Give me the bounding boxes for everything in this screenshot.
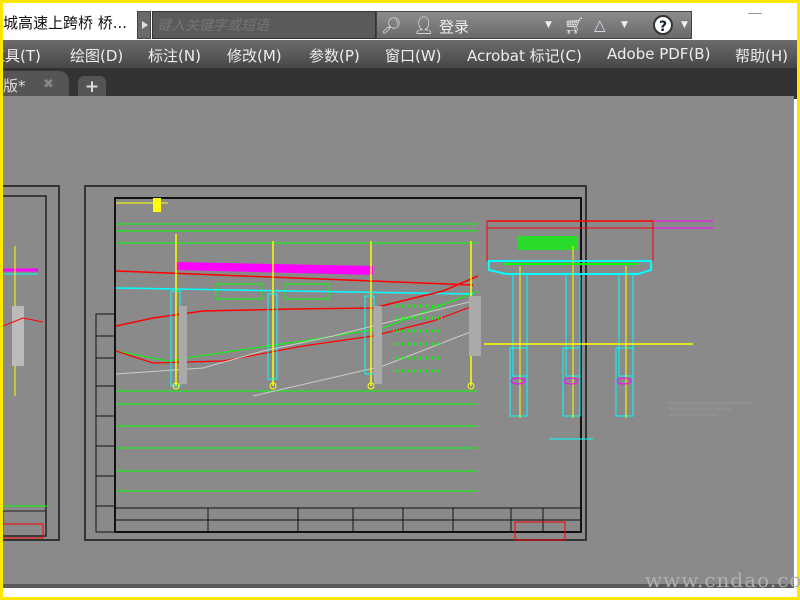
main-sheet bbox=[84, 185, 587, 541]
left-sheet bbox=[0, 185, 60, 541]
a360-dropdown-icon[interactable]: ▼ bbox=[621, 20, 628, 30]
document-title: 城高速上跨桥 桥... bbox=[3, 14, 128, 32]
menu-adobe-pdf[interactable]: Adobe PDF(B) bbox=[607, 45, 710, 63]
user-icon: 👤︎ bbox=[413, 16, 435, 36]
login-dropdown-icon[interactable]: ▼ bbox=[545, 20, 552, 30]
help-dropdown-icon[interactable]: ▼ bbox=[681, 20, 688, 30]
watermark: www.cndao.com bbox=[645, 568, 800, 592]
search-input[interactable] bbox=[152, 11, 376, 39]
cad-drawing bbox=[0, 185, 753, 541]
menu-parametric[interactable]: 参数(P) bbox=[309, 45, 360, 66]
menu-help[interactable]: 帮助(H) bbox=[735, 45, 788, 66]
menu-window[interactable]: 窗口(W) bbox=[385, 45, 442, 66]
cart-icon[interactable]: 🛒︎ bbox=[564, 16, 584, 35]
menu-modify[interactable]: 修改(M) bbox=[227, 45, 282, 66]
minimize-button[interactable] bbox=[748, 13, 762, 14]
infocenter-toolbar: 🔎︎ 👤︎ 登录 ▼ 🛒︎ △ ▼ ? ▼ bbox=[376, 11, 692, 39]
login-button[interactable]: 登录 bbox=[439, 16, 469, 37]
binoculars-icon[interactable]: 🔎︎ bbox=[381, 16, 401, 35]
menu-bar: 工具(T) 绘图(D) 标注(N) 修改(M) 参数(P) 窗口(W) Acro… bbox=[3, 40, 797, 68]
menu-draw[interactable]: 绘图(D) bbox=[70, 45, 123, 66]
file-tab-active[interactable]: 改版* ✖ bbox=[3, 71, 69, 99]
menu-tools[interactable]: 工具(T) bbox=[3, 45, 41, 66]
close-icon[interactable]: ✖ bbox=[43, 77, 54, 92]
new-tab-button[interactable]: + bbox=[78, 76, 106, 98]
piers bbox=[170, 234, 481, 390]
file-tab-bar: 改版* ✖ + bbox=[3, 68, 797, 99]
drawing-canvas[interactable] bbox=[0, 96, 794, 584]
cross-section bbox=[484, 220, 753, 440]
help-icon[interactable]: ? bbox=[653, 15, 673, 35]
menu-acrobat-markup[interactable]: Acrobat 标记(C) bbox=[467, 45, 582, 66]
menu-dimension[interactable]: 标注(N) bbox=[148, 45, 201, 66]
title-bar: 城高速上跨桥 桥... 🔎︎ 👤︎ 登录 ▼ 🛒︎ △ ▼ ? ▼ bbox=[3, 3, 797, 40]
a360-icon[interactable]: △ bbox=[594, 16, 606, 34]
search-expand-button[interactable] bbox=[137, 11, 151, 39]
file-tab-label: 改版* bbox=[3, 77, 26, 95]
